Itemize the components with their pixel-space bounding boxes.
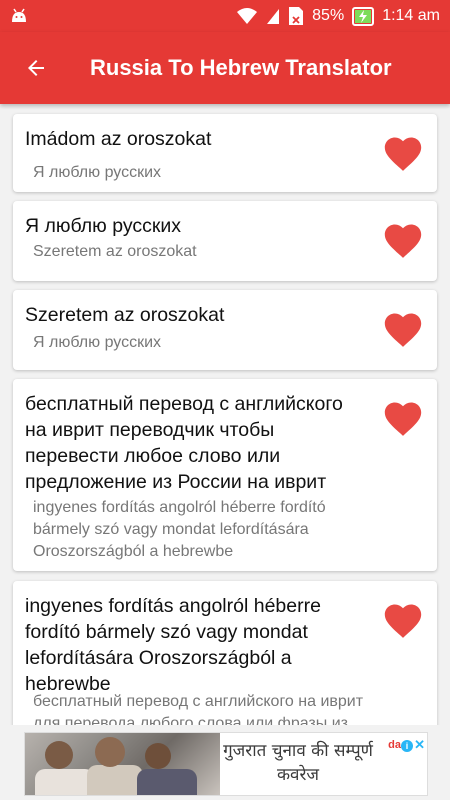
status-bar: 85% 1:14 am	[0, 0, 450, 32]
favorite-heart-icon[interactable]	[381, 397, 425, 437]
app-bar: Russia To Hebrew Translator	[0, 32, 450, 104]
page-title: Russia To Hebrew Translator	[90, 55, 392, 80]
translation-list[interactable]: Imádom az oroszokat Я люблю русских Я лю…	[0, 104, 450, 725]
favorite-heart-icon[interactable]	[381, 132, 425, 172]
list-item[interactable]: Imádom az oroszokat Я люблю русских	[13, 114, 437, 192]
item-source-text: Imádom az oroszokat	[25, 128, 212, 150]
battery-charging-icon	[352, 6, 375, 26]
item-source-text: бесплатный перевод с английского на иври…	[25, 393, 343, 493]
item-translation-text: ingyenes fordítás angolról héberre fordí…	[33, 499, 326, 560]
list-item[interactable]: Я люблю русских Szeretem az oroszokat	[13, 201, 437, 281]
clock: 1:14 am	[382, 7, 440, 24]
favorite-heart-icon[interactable]	[381, 219, 425, 259]
ad-headline: गुजरात चुनाव की सम्पूर्ण कवरेज	[223, 741, 373, 785]
ad-image	[25, 733, 220, 795]
signal-icon	[266, 7, 280, 25]
item-source-text: Szeretem az oroszokat	[25, 304, 225, 326]
sim-icon	[288, 6, 304, 26]
list-item[interactable]: бесплатный перевод с английского на иври…	[13, 379, 437, 571]
android-icon	[10, 8, 28, 24]
ad-banner[interactable]: गुजरात चुनाव की सम्पूर्ण कवरेज da i ✕	[24, 732, 428, 796]
battery-percent: 85%	[312, 7, 345, 24]
ad-close-icon[interactable]: ✕	[414, 737, 425, 753]
ad-info-icon[interactable]: i	[401, 740, 413, 752]
back-arrow-icon	[28, 60, 44, 76]
list-item[interactable]: Szeretem az oroszokat Я люблю русских	[13, 290, 437, 370]
item-translation-text: бесплатный перевод с английского на иври…	[33, 693, 364, 725]
list-item[interactable]: ingyenes fordítás angolról héberre fordí…	[13, 581, 437, 725]
item-translation-text: Я люблю русских	[33, 334, 162, 351]
item-source-text: ingyenes fordítás angolról héberre fordí…	[25, 595, 321, 695]
item-translation-text: Szeretem az oroszokat	[33, 243, 197, 260]
wifi-icon	[236, 7, 258, 25]
favorite-heart-icon[interactable]	[381, 308, 425, 348]
ad-area: गुजरात चुनाव की सम्पूर्ण कवरेज da i ✕	[0, 725, 450, 800]
ad-brand-logo: da	[388, 739, 401, 751]
item-translation-text: Я люблю русских	[33, 164, 162, 181]
item-source-text: Я люблю русских	[25, 215, 182, 237]
back-button[interactable]	[0, 32, 72, 104]
favorite-heart-icon[interactable]	[381, 599, 425, 639]
